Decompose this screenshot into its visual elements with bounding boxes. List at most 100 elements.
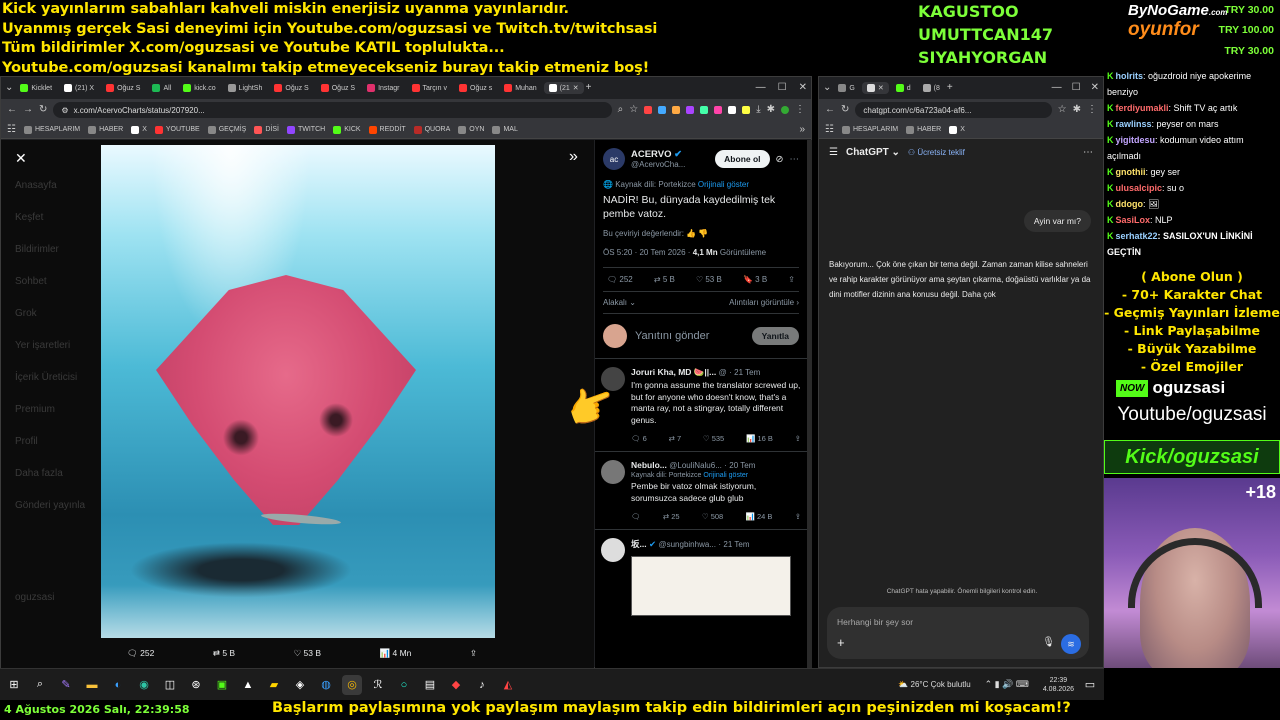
start-icon[interactable]: ⊞ <box>4 675 24 695</box>
x-nav-item[interactable]: Bildirimler <box>15 234 105 266</box>
maximize-icon[interactable]: ☐ <box>1072 83 1081 93</box>
bookmark-item[interactable]: X <box>131 125 147 134</box>
author-name[interactable]: ACERVO ✔ <box>631 149 685 160</box>
tab[interactable]: Oğuz S <box>101 82 145 94</box>
camera-icon[interactable]: ◫ <box>160 675 180 695</box>
reply-avatar[interactable] <box>601 538 625 562</box>
reply-item[interactable]: Nebulo... @LouliNalu6... · 20 Tem Kaynak… <box>595 451 807 529</box>
apps-icon[interactable]: ☷ <box>825 124 834 135</box>
x-post-button[interactable]: Gönderi yayınla <box>15 490 105 522</box>
tray-icons[interactable]: ⌃ ▮ 🔊 ⌨ <box>985 679 1029 690</box>
extension-icon[interactable] <box>658 106 667 114</box>
view-quotes-link[interactable]: Alıntıları görüntüle › <box>729 298 799 307</box>
extension-icon[interactable] <box>672 106 681 114</box>
like-button[interactable]: ♡ 53 B <box>696 275 722 284</box>
close-icon[interactable]: ✕ <box>1091 83 1099 93</box>
apps-icon[interactable]: ☷ <box>7 124 16 135</box>
app-icon[interactable]: ▲ <box>238 675 258 695</box>
tab-search-icon[interactable]: ⌄ <box>823 83 831 93</box>
bookmark-item[interactable]: HESAPLARIM <box>23 125 80 134</box>
forward-icon[interactable]: → <box>23 105 33 115</box>
like-button[interactable]: ♡ 535 <box>703 434 724 443</box>
attach-plus-icon[interactable]: + <box>837 635 845 650</box>
sort-dropdown[interactable]: Alakalı ⌄ <box>603 298 636 307</box>
share-button[interactable]: ⇪ <box>795 434 801 443</box>
zoom-icon[interactable]: ⌕ <box>618 105 624 115</box>
options-icon[interactable]: ⋯ <box>1083 147 1093 158</box>
bookmark-item[interactable]: QUORA <box>413 125 450 134</box>
tab-active[interactable]: ✕ <box>861 82 889 94</box>
x-nav-item[interactable]: Premium <box>15 394 105 426</box>
new-tab-icon[interactable]: + <box>947 83 953 93</box>
reply-button[interactable]: 🗨 6 <box>631 434 647 443</box>
reply-item[interactable]: Joruri Kha, MD 🍉||... @ · 21 Tem I'm gon… <box>595 358 807 451</box>
reply-item[interactable]: 坂... ✔ @sungbinhwa... · 21 Tem <box>595 529 807 624</box>
profile-avatar-icon[interactable] <box>781 106 789 114</box>
manta-ray-photo[interactable] <box>101 145 495 638</box>
app-icon[interactable]: ℛ <box>368 675 388 695</box>
clock[interactable]: 22:39 4.08.2026 <box>1043 676 1074 694</box>
app-icon[interactable]: ▤ <box>420 675 440 695</box>
menu-dots-icon[interactable]: ⋮ <box>1087 105 1097 115</box>
notification-icon[interactable]: ▭ <box>1080 675 1100 695</box>
expand-panel-icon[interactable]: » <box>569 148 578 166</box>
app-icon[interactable]: ◭ <box>498 675 518 695</box>
author-avatar[interactable]: ac <box>603 148 625 170</box>
tab[interactable]: Instagr <box>362 82 404 94</box>
voice-mode-icon[interactable]: ≋ <box>1061 634 1081 654</box>
show-original-link[interactable]: Orijinali göster <box>703 472 748 479</box>
x-nav-item[interactable]: Anasayfa <box>15 170 105 202</box>
close-media-icon[interactable]: ✕ <box>15 150 27 167</box>
thumb-down-icon[interactable]: 👎 <box>698 229 708 238</box>
bookmark-item[interactable]: GEÇMİŞ <box>207 125 246 134</box>
app-icon[interactable]: ⊛ <box>186 675 206 695</box>
tab[interactable]: Tarçın v <box>407 82 453 94</box>
bookmark-item[interactable]: HESAPLARIM <box>841 125 898 134</box>
app-icon[interactable]: ○ <box>394 675 414 695</box>
weather-widget[interactable]: ⛅ 26°C Çok bulutlu <box>898 680 970 689</box>
tab[interactable]: kick.co <box>178 82 220 94</box>
back-icon[interactable]: ← <box>7 105 17 115</box>
free-offer-link[interactable]: ⚇ Ücretsiz teklif <box>908 148 965 157</box>
extension-icon[interactable] <box>686 106 695 114</box>
thumb-up-icon[interactable]: 👍 <box>686 229 696 238</box>
reload-icon[interactable]: ↻ <box>39 105 47 115</box>
like-button[interactable]: ♡ 508 <box>702 512 723 521</box>
x-nav-item[interactable]: Sohbet <box>15 266 105 298</box>
tab[interactable]: Oğuz S <box>269 82 313 94</box>
tab[interactable]: G <box>833 82 859 94</box>
bookmark-item[interactable]: KICK <box>333 125 361 134</box>
extension-icon[interactable] <box>728 106 737 114</box>
app-icon[interactable]: ▣ <box>212 675 232 695</box>
reload-icon[interactable]: ↻ <box>841 105 849 115</box>
bookmarks-overflow-icon[interactable]: » <box>799 124 805 135</box>
bookmark-item[interactable]: X <box>949 125 965 134</box>
extension-icon[interactable] <box>714 106 723 114</box>
search-icon[interactable]: ⌕ <box>30 675 50 695</box>
app-icon[interactable]: ◍ <box>316 675 336 695</box>
extensions-puzzle-icon[interactable]: ✱ <box>1073 105 1081 115</box>
edge-icon[interactable]: ◉ <box>134 675 154 695</box>
share-button[interactable]: ⇪ <box>795 512 801 521</box>
author-handle[interactable]: @AcervoCha... <box>631 160 685 169</box>
url-input[interactable]: ⚙ x.com/AcervoCharts/status/207920... <box>53 102 612 118</box>
repost-button[interactable]: ⇄ 5 B <box>654 275 675 284</box>
x-nav-item[interactable]: Keşfet <box>15 202 105 234</box>
reply-avatar[interactable] <box>601 460 625 484</box>
share-button[interactable]: ⇪ <box>788 275 795 284</box>
url-input[interactable]: chatgpt.com/c/6a723a04-af6... <box>855 102 1052 118</box>
share-icon[interactable]: ⇪ <box>470 648 477 659</box>
bookmark-item[interactable]: YOUTUBE <box>154 125 200 134</box>
x-nav-item[interactable]: Yer işaretleri <box>15 330 105 362</box>
app-icon[interactable]: ◐ <box>108 675 128 695</box>
tab[interactable]: Muhan <box>499 82 541 94</box>
tab-search-icon[interactable]: ⌄ <box>5 83 13 93</box>
reply-submit-button[interactable]: Yanıtla <box>751 327 799 345</box>
close-icon[interactable]: ✕ <box>799 83 807 93</box>
back-icon[interactable]: ← <box>825 105 835 115</box>
extension-icon[interactable] <box>644 106 653 114</box>
scrollbar[interactable] <box>807 140 812 668</box>
bookmark-item[interactable]: OYN <box>458 125 484 134</box>
sidebar-toggle-icon[interactable]: ☰ <box>829 147 838 158</box>
tab[interactable]: LightSh <box>223 82 268 94</box>
